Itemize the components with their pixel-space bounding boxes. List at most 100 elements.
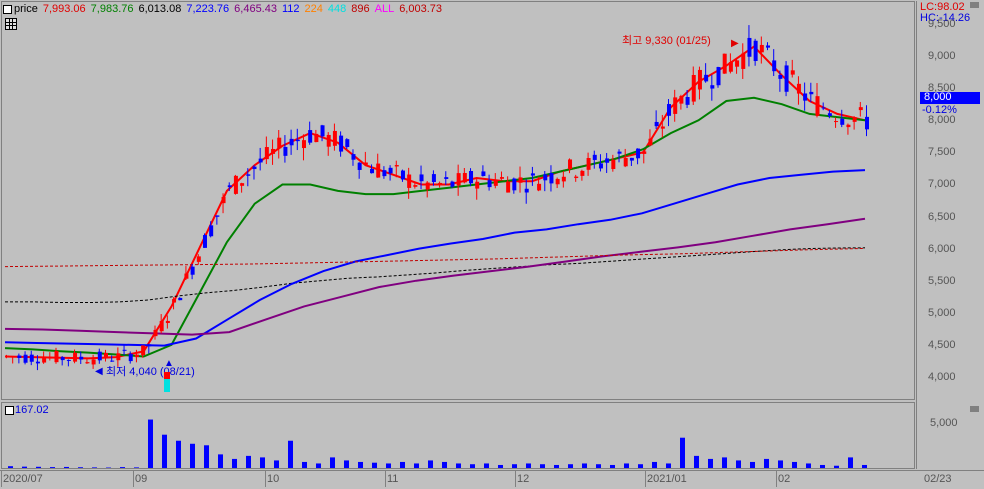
candle-body [853, 117, 857, 122]
volume-bar [512, 464, 517, 468]
candle-body [178, 298, 182, 300]
candle-body [234, 176, 238, 194]
candle-body [667, 104, 671, 116]
candle-body [661, 126, 665, 128]
low-marker-red [164, 372, 170, 379]
candle-body [481, 171, 485, 176]
candle-body [630, 158, 634, 161]
candle-body [624, 158, 628, 166]
candle-body [228, 185, 232, 187]
candle-body [587, 158, 591, 170]
candle-body [5, 356, 9, 357]
stock-chart-window: price7,993.067,983.766,013.087,223.766,4… [0, 0, 984, 488]
candle-body [605, 158, 609, 162]
volume-bar [568, 464, 573, 468]
candle-body [834, 121, 838, 122]
candle-body [543, 174, 547, 180]
candle-body [67, 360, 71, 361]
candle-body [611, 160, 615, 169]
volume-bar [666, 463, 671, 468]
candle-body [191, 267, 195, 275]
candle-body [463, 173, 467, 182]
candle-body [457, 173, 461, 185]
candle-body [865, 117, 869, 129]
candle-body [531, 173, 535, 175]
volume-bar [834, 466, 839, 468]
candle-body [655, 122, 659, 126]
candle-body [283, 147, 287, 156]
volume-bar [260, 457, 265, 468]
volume-bar [400, 462, 405, 468]
candle-body [450, 182, 454, 187]
volume-bar [288, 441, 293, 468]
high-arrow-icon: ▶ [731, 38, 739, 49]
low-marker-up-icon: ▲ [164, 358, 174, 369]
candle-body [413, 185, 417, 187]
candle-body [494, 180, 498, 186]
candle-body [345, 139, 349, 147]
candle-body [488, 180, 492, 187]
candle-body [791, 70, 795, 74]
ma-line [5, 219, 865, 335]
volume-bar [218, 454, 223, 468]
volume-bar [610, 465, 615, 468]
candle-body [73, 353, 77, 362]
candle-body [401, 171, 405, 180]
candle-body [432, 174, 436, 182]
volume-bar [750, 462, 755, 468]
candle-body [500, 177, 504, 179]
volume-bar [624, 463, 629, 468]
candle-body [519, 177, 523, 182]
volume-bar [8, 466, 13, 468]
candle-body [215, 215, 219, 216]
ma-line [5, 170, 865, 346]
volume-bar [120, 467, 125, 468]
candle-body [277, 138, 281, 149]
candle-body [766, 45, 770, 47]
candle-body [98, 352, 102, 361]
candle-body [123, 350, 127, 351]
candle-body [568, 159, 572, 169]
candle-body [599, 163, 603, 168]
volume-bar [36, 467, 41, 468]
candle-body [110, 361, 114, 362]
volume-bar [582, 463, 587, 468]
candle-body [240, 183, 244, 186]
candle-body [370, 169, 374, 173]
candle-body [339, 136, 343, 152]
low-arrow-icon: ◀ [95, 366, 103, 377]
candle-body [153, 330, 157, 336]
volume-bar [78, 467, 83, 468]
volume-bar [638, 464, 643, 468]
candle-body [729, 62, 733, 72]
candle-body [407, 175, 411, 188]
price-chart-svg [0, 0, 984, 488]
candle-body [314, 134, 318, 142]
candle-body [333, 131, 337, 146]
volume-bar [176, 441, 181, 468]
candle-body [358, 163, 362, 170]
candle-body [580, 171, 584, 176]
candle-body [321, 125, 325, 136]
volume-bar [162, 435, 167, 468]
volume-bar [554, 465, 559, 468]
candle-body [469, 171, 473, 183]
ma-line [5, 47, 865, 359]
candle-body [525, 189, 529, 193]
volume-bar [330, 457, 335, 468]
volume-bar [806, 463, 811, 468]
candle-body [803, 93, 807, 100]
candle-body [54, 351, 58, 362]
volume-bar [596, 464, 601, 468]
candle-body [648, 139, 652, 146]
candle-body [593, 155, 597, 160]
candle-body [61, 357, 65, 360]
candle-body [549, 173, 553, 183]
low-annotation: 최저 4,040 (08/21) [106, 366, 195, 379]
volume-bar [274, 460, 279, 468]
candle-body [642, 151, 646, 154]
volume-bar [442, 462, 447, 468]
candle-body [797, 84, 801, 94]
candle-body [816, 96, 820, 116]
volume-bar [358, 462, 363, 468]
